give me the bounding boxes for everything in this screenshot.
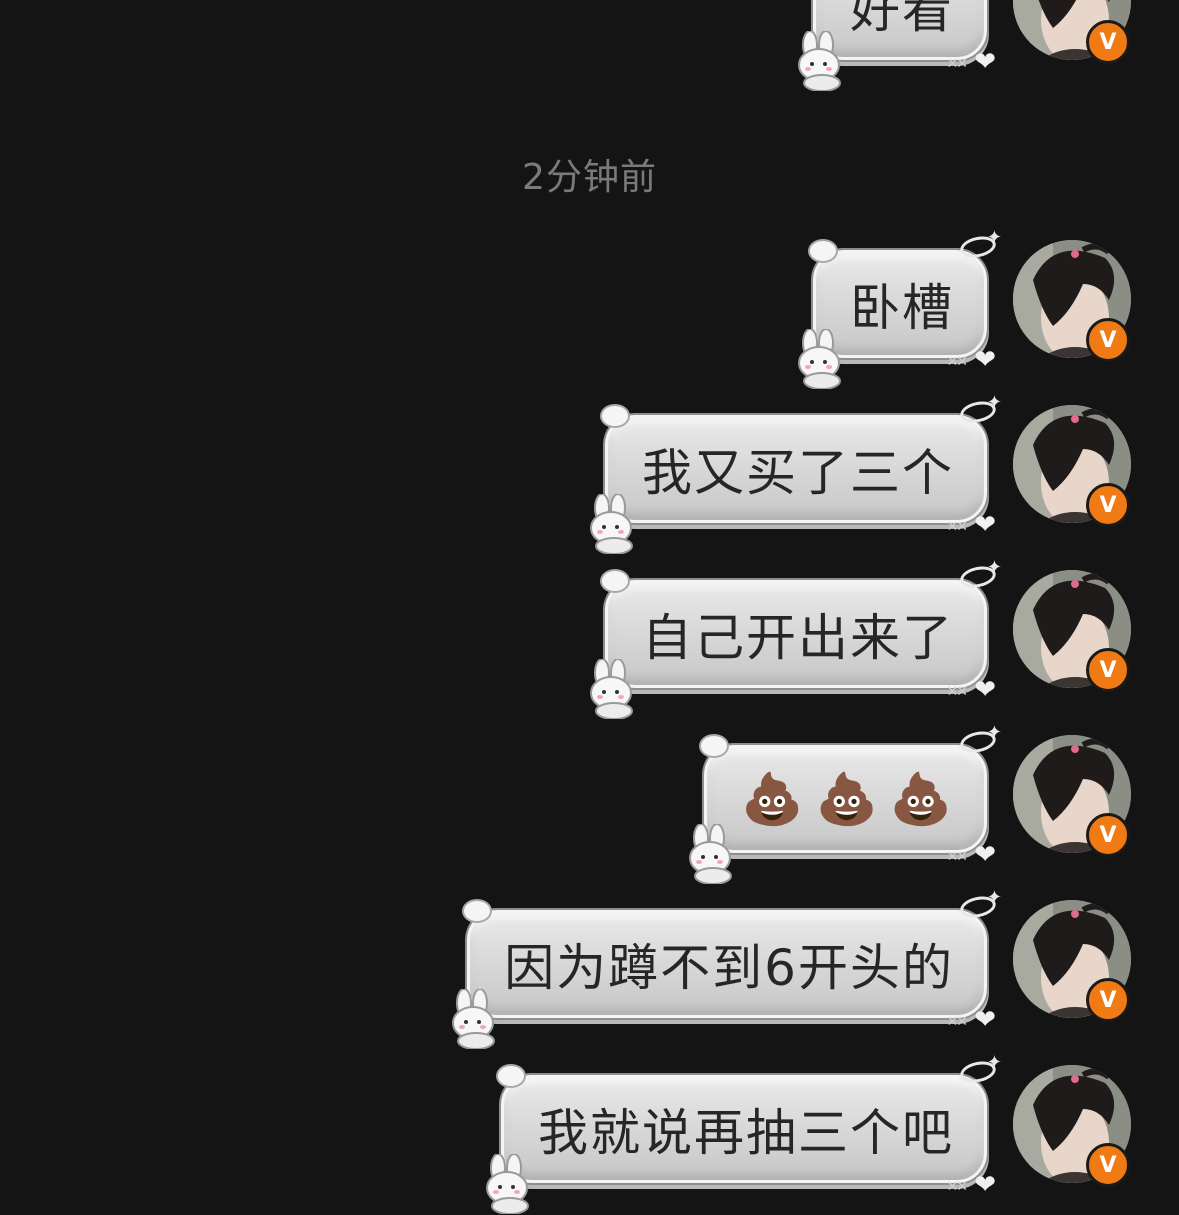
- cross-stitch-icon: ✕✕: [946, 849, 969, 865]
- sparkle-icon: ✦: [986, 392, 1004, 413]
- bunny-sticker-icon: [798, 329, 841, 389]
- verified-badge-icon: V: [1086, 1143, 1130, 1187]
- heart-icon: ❤: [974, 840, 998, 870]
- cross-stitch-icon: ✕✕: [946, 684, 969, 700]
- message-text: 我就说再抽三个吧: [538, 1104, 954, 1162]
- verified-badge-icon: V: [1086, 648, 1130, 692]
- sparkle-icon: ✦: [986, 887, 1004, 908]
- bunny-ear-icon: [600, 569, 630, 593]
- emoji-group: 💩 💩 💩: [741, 770, 954, 829]
- message-row: 卧槽 ✦ ❤ ✕✕ V: [0, 229, 1179, 390]
- message-text: 好看: [850, 0, 954, 39]
- bunny-sticker-icon: [798, 31, 841, 91]
- cross-stitch-icon: ✕✕: [946, 519, 969, 535]
- sparkle-icon: ✦: [986, 557, 1004, 578]
- message-text: 因为蹲不到6开头的: [504, 939, 954, 997]
- message-row: 💩 💩 💩 ✦ ❤ ✕✕ V: [0, 724, 1179, 885]
- bunny-ear-icon: [808, 239, 838, 263]
- sparkle-icon: ✦: [986, 227, 1004, 248]
- message-bubble[interactable]: 好看 ❤ ✕✕: [798, 0, 996, 91]
- message-bubble[interactable]: 我又买了三个 ✦ ❤ ✕✕: [590, 394, 1002, 554]
- poop-emoji-icon: 💩: [741, 769, 806, 828]
- message-bubble[interactable]: 我就说再抽三个吧 ✦ ❤ ✕✕: [486, 1054, 1002, 1214]
- heart-icon: ❤: [974, 1005, 998, 1035]
- message-bubble[interactable]: 因为蹲不到6开头的 ✦ ❤ ✕✕: [452, 889, 1002, 1049]
- message-bubble[interactable]: 自己开出来了 ✦ ❤ ✕✕: [590, 559, 1002, 719]
- heart-icon: ❤: [974, 510, 998, 540]
- bunny-sticker-icon: [486, 1154, 529, 1214]
- heart-icon: ❤: [974, 675, 998, 705]
- verified-badge-icon: V: [1086, 813, 1130, 857]
- cross-stitch-icon: ✕✕: [946, 354, 969, 370]
- bunny-ear-icon: [462, 899, 493, 923]
- poop-emoji-icon: 💩: [815, 769, 880, 828]
- verified-badge-icon: V: [1086, 318, 1130, 362]
- message-bubble[interactable]: 卧槽 ✦ ❤ ✕✕: [798, 229, 1002, 389]
- heart-icon: ❤: [974, 47, 998, 77]
- message-row: 因为蹲不到6开头的 ✦ ❤ ✕✕ V: [0, 889, 1179, 1050]
- message-row: 我又买了三个 ✦ ❤ ✕✕ V: [0, 394, 1179, 555]
- poop-emoji-icon: 💩: [889, 769, 954, 828]
- message-row: 自己开出来了 ✦ ❤ ✕✕ V: [0, 559, 1179, 720]
- sparkle-icon: ✕✕: [946, 56, 969, 72]
- bunny-ear-icon: [600, 404, 630, 428]
- bunny-ear-icon: [496, 1064, 526, 1088]
- sparkle-icon: ✦: [986, 722, 1004, 743]
- timestamp: 2分钟前: [522, 157, 657, 198]
- verified-badge-icon: V: [1086, 978, 1130, 1022]
- message-row: 我就说再抽三个吧 ✦ ❤ ✕✕ V: [0, 1054, 1179, 1215]
- message-text: 自己开出来了: [642, 609, 954, 667]
- bunny-ear-icon: [699, 734, 730, 758]
- verified-badge-icon: V: [1086, 483, 1130, 527]
- bunny-sticker-icon: [689, 824, 733, 884]
- verified-badge-icon: V: [1086, 20, 1130, 64]
- bunny-sticker-icon: [452, 989, 496, 1049]
- heart-icon: ❤: [974, 345, 998, 375]
- bunny-sticker-icon: [590, 494, 633, 554]
- bunny-sticker-icon: [590, 659, 633, 719]
- cross-stitch-icon: ✕✕: [946, 1179, 969, 1195]
- message-text: 我又买了三个: [642, 444, 954, 502]
- message-bubble[interactable]: 💩 💩 💩 ✦ ❤ ✕✕: [689, 724, 1002, 884]
- heart-icon: ❤: [974, 1170, 998, 1200]
- message-text: 卧槽: [850, 279, 954, 337]
- sparkle-icon: ✦: [986, 1052, 1004, 1073]
- cross-stitch-icon: ✕✕: [946, 1014, 969, 1030]
- message-row: 好看 ❤ ✕✕ V: [0, 0, 1179, 92]
